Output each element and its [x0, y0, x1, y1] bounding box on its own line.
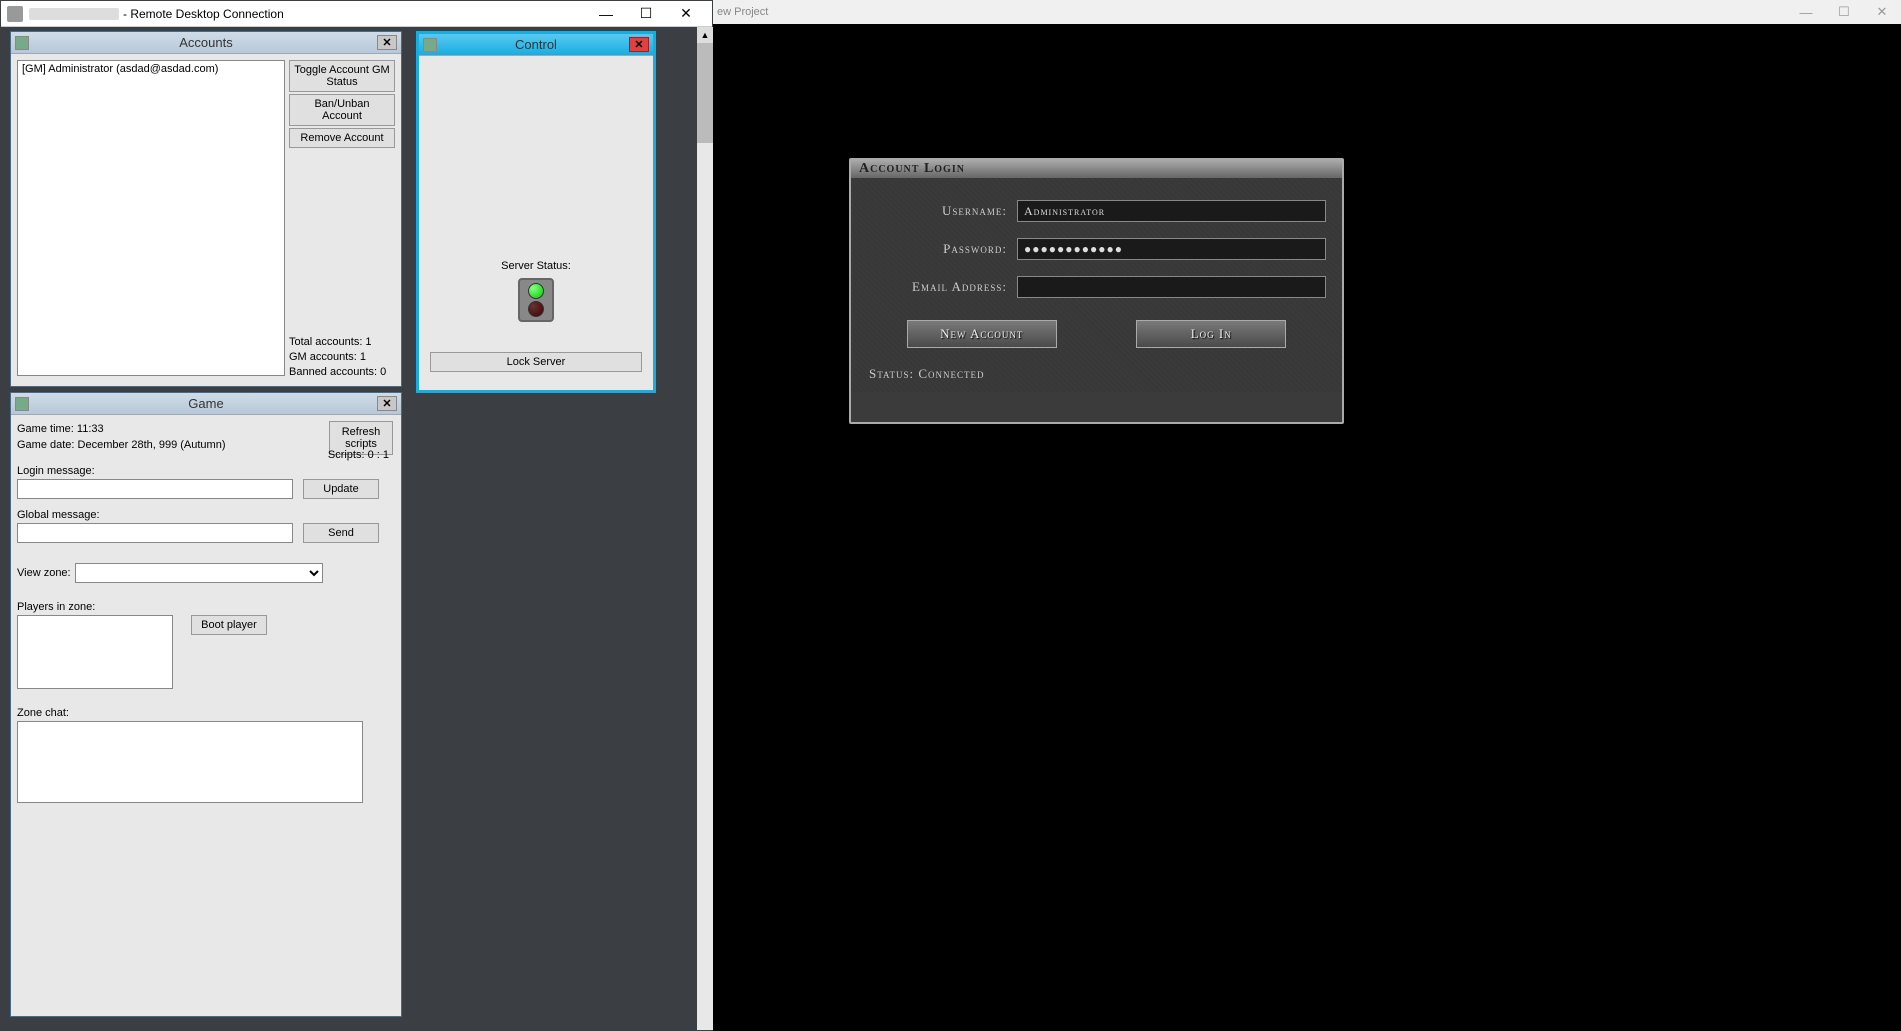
rdc-title-suffix: - Remote Desktop Connection: [123, 7, 284, 21]
username-input[interactable]: [1017, 200, 1326, 222]
players-in-zone-label: Players in zone:: [17, 599, 395, 615]
rdc-minimize-button[interactable]: —: [586, 2, 626, 26]
accounts-window: Accounts ✕ [GM] Administrator (asdad@asd…: [10, 31, 402, 387]
new-account-button[interactable]: New Account: [907, 320, 1057, 348]
login-message-input[interactable]: [17, 479, 293, 499]
banned-accounts-stat: Banned accounts: 0: [289, 365, 395, 380]
password-label: Password:: [867, 241, 1017, 257]
boot-player-button[interactable]: Boot player: [191, 615, 267, 635]
game-window: Game ✕ Game time: 11:33 Game date: Decem…: [10, 392, 402, 1017]
accounts-titlebar[interactable]: Accounts ✕: [11, 32, 401, 54]
send-button[interactable]: Send: [303, 523, 379, 543]
ban-unban-button[interactable]: Ban/Unban Account: [289, 94, 395, 126]
gm-accounts-stat: GM accounts: 1: [289, 350, 395, 365]
global-message-label: Global message:: [17, 507, 395, 523]
username-label: Username:: [867, 203, 1017, 219]
control-window: Control ✕ Server Status: Lock Server: [416, 31, 656, 393]
zone-chat-box[interactable]: [17, 721, 363, 803]
email-input[interactable]: [1017, 276, 1326, 298]
scripts-count: Scripts: 0 : 1: [328, 447, 389, 463]
game-client-area: Account Login Username: Password: Email …: [713, 24, 1901, 1031]
login-button[interactable]: Log In: [1136, 320, 1286, 348]
total-accounts-stat: Total accounts: 1: [289, 335, 395, 350]
bg-maximize-button[interactable]: ☐: [1825, 1, 1863, 23]
window-icon: [15, 36, 29, 50]
game-title: Game: [35, 396, 377, 411]
login-title: Account Login: [851, 160, 1342, 178]
accounts-list[interactable]: [GM] Administrator (asdad@asdad.com): [17, 60, 285, 376]
players-list[interactable]: [17, 615, 173, 689]
scrollbar-up-arrow[interactable]: ▲: [697, 27, 713, 43]
server-status-label: Server Status:: [501, 260, 571, 272]
login-status: Status: Connected: [867, 366, 1326, 382]
account-list-item[interactable]: [GM] Administrator (asdad@asdad.com): [22, 63, 280, 75]
view-zone-label: View zone:: [17, 565, 71, 581]
login-message-label: Login message:: [17, 463, 395, 479]
rdc-close-button[interactable]: ✕: [666, 2, 706, 26]
remove-account-button[interactable]: Remove Account: [289, 128, 395, 148]
zone-chat-label: Zone chat:: [17, 705, 395, 721]
global-message-input[interactable]: [17, 523, 293, 543]
background-window-title: ew Project: [717, 6, 768, 18]
password-input[interactable]: [1017, 238, 1326, 260]
rdc-maximize-button[interactable]: ☐: [626, 2, 666, 26]
accounts-title: Accounts: [35, 35, 377, 50]
email-label: Email Address:: [867, 279, 1017, 295]
game-titlebar[interactable]: Game ✕: [11, 393, 401, 415]
rdc-icon: [7, 6, 23, 22]
background-window-titlebar: ew Project — ☐ ✕: [713, 0, 1901, 24]
rdc-content: Accounts ✕ [GM] Administrator (asdad@asd…: [1, 27, 712, 1030]
rdc-window: - Remote Desktop Connection — ☐ ✕ Accoun…: [0, 0, 713, 1031]
server-status-indicator: [518, 278, 554, 322]
control-titlebar[interactable]: Control ✕: [419, 34, 653, 56]
rdc-titlebar[interactable]: - Remote Desktop Connection — ☐ ✕: [1, 1, 712, 27]
lock-server-button[interactable]: Lock Server: [430, 352, 642, 372]
accounts-close-button[interactable]: ✕: [377, 35, 397, 50]
bg-minimize-button[interactable]: —: [1787, 1, 1825, 23]
game-close-button[interactable]: ✕: [377, 396, 397, 411]
view-zone-select[interactable]: [75, 563, 323, 583]
window-icon: [15, 397, 29, 411]
vertical-scrollbar[interactable]: ▲: [697, 27, 713, 1030]
rdc-address-blurred: [29, 8, 119, 20]
login-panel: Account Login Username: Password: Email …: [849, 158, 1344, 424]
update-button[interactable]: Update: [303, 479, 379, 499]
window-icon: [423, 38, 437, 52]
status-light-red: [528, 301, 544, 317]
control-close-button[interactable]: ✕: [629, 37, 649, 52]
bg-close-button[interactable]: ✕: [1863, 1, 1901, 23]
control-title: Control: [443, 37, 629, 52]
status-light-green: [528, 283, 544, 299]
scrollbar-thumb[interactable]: [697, 43, 713, 143]
toggle-gm-button[interactable]: Toggle Account GM Status: [289, 60, 395, 92]
